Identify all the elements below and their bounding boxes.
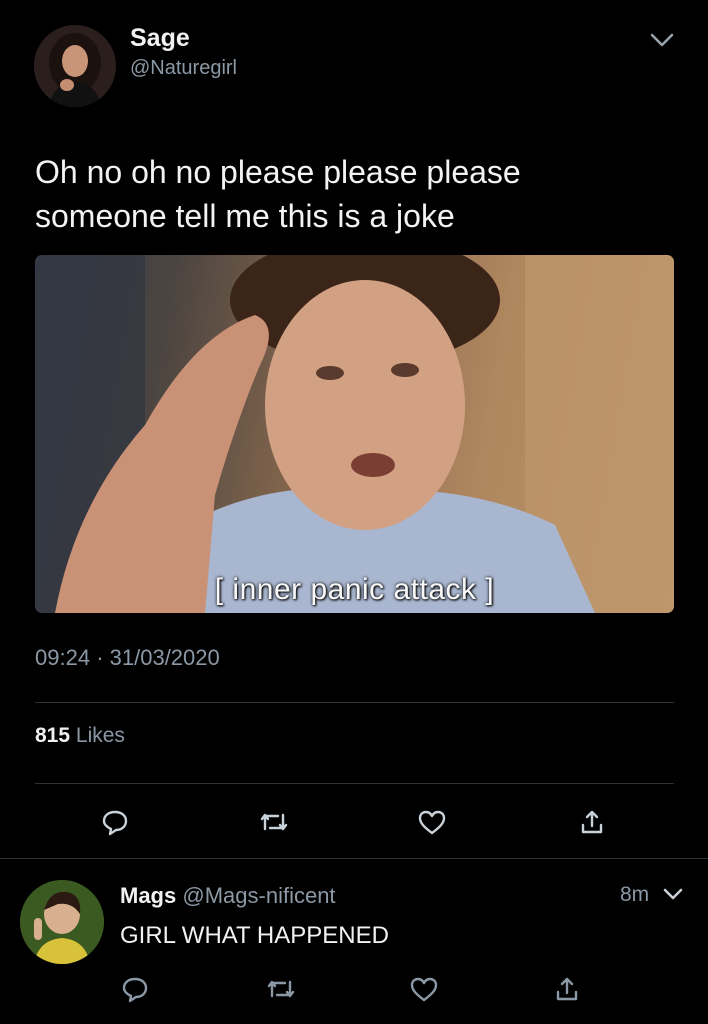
divider (0, 858, 708, 859)
reply-icon[interactable] (98, 805, 132, 839)
divider (35, 783, 674, 784)
reply-author-name[interactable]: Mags (120, 883, 176, 908)
retweet-icon[interactable] (257, 805, 291, 839)
tweet-time: 09:24 (35, 645, 91, 670)
tweet-text: Oh no oh no please please please someone… (35, 150, 675, 238)
reply-author-avatar[interactable] (20, 880, 104, 964)
share-icon[interactable] (550, 972, 584, 1006)
reply-header: Mags @Mags-nificent (120, 883, 336, 909)
heart-icon[interactable] (415, 805, 449, 839)
timestamp-separator: · (96, 645, 104, 670)
media-caption: [ inner panic attack ] (214, 573, 495, 606)
likes-label: Likes (75, 724, 125, 747)
reply-time[interactable]: 8m (620, 883, 649, 907)
heart-icon[interactable] (407, 972, 441, 1006)
reply-text: GIRL WHAT HAPPENED (120, 922, 389, 949)
author-avatar[interactable] (34, 25, 116, 107)
retweet-icon[interactable] (264, 972, 298, 1006)
tweet-media-image[interactable]: [ inner panic attack ] (35, 255, 674, 613)
tweet-timestamp[interactable]: 09:24 · 31/03/2020 (35, 645, 220, 671)
chevron-down-icon[interactable] (660, 884, 686, 904)
chevron-down-icon[interactable] (646, 28, 678, 52)
share-icon[interactable] (575, 805, 609, 839)
tweet-text-line-1: Oh no oh no please please please (35, 154, 521, 190)
author-handle[interactable]: @Naturegirl (130, 57, 237, 80)
tweet-text-line-2: someone tell me this is a joke (35, 198, 455, 234)
tweet-date: 31/03/2020 (109, 645, 220, 670)
likes-count: 815 (35, 724, 71, 747)
author-name[interactable]: Sage (130, 24, 190, 53)
likes-stat[interactable]: 815 Likes (35, 724, 125, 748)
reply-author-handle[interactable]: @Mags-nificent (182, 883, 335, 908)
reply-icon[interactable] (118, 972, 152, 1006)
divider (35, 702, 674, 703)
